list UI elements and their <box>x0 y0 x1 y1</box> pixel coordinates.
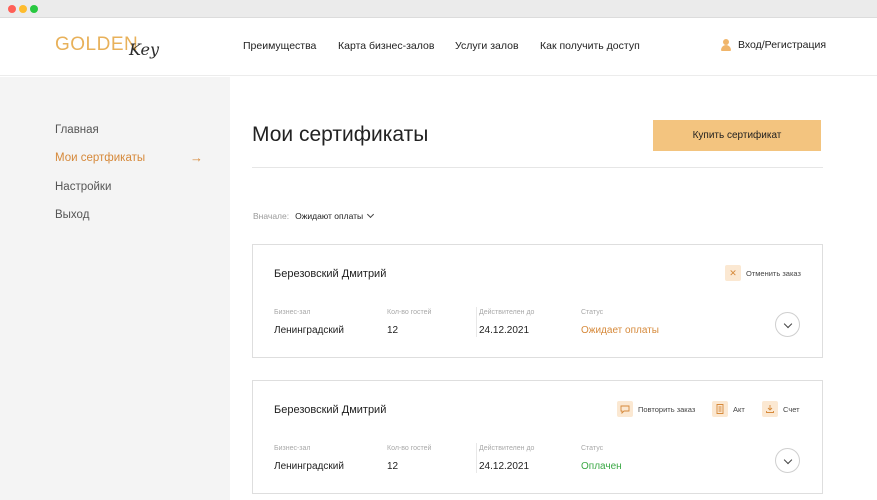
status-value: Ожидает оплаты <box>581 325 659 336</box>
window-minimize-dot[interactable] <box>19 5 27 13</box>
document-icon <box>712 401 728 417</box>
window-close-dot[interactable] <box>8 5 16 13</box>
guests-value: 12 <box>387 325 399 336</box>
field-label-hall: Бизнес-зал <box>274 309 311 316</box>
field-label-status: Статус <box>581 309 604 316</box>
repeat-order-button[interactable]: Повторить заказ <box>617 401 695 417</box>
sort-label: Вначале: <box>253 211 290 221</box>
chevron-down-icon <box>367 210 375 218</box>
field-label-guests: Кол-во гостей <box>387 309 432 316</box>
sidebar: Главная Мои сертфикаты → Настройки Выход <box>0 77 230 500</box>
nav-how-to-access[interactable]: Как получить доступ <box>540 40 640 52</box>
sidebar-item-home[interactable]: Главная <box>55 124 99 136</box>
window-maximize-dot[interactable] <box>30 5 38 13</box>
nav-lounge-services[interactable]: Услуги залов <box>455 40 519 52</box>
field-label-valid: Действителен до <box>479 445 535 452</box>
sidebar-item-certificates[interactable]: Мои сертфикаты <box>55 152 145 164</box>
buy-certificate-button[interactable]: Купить сертификат <box>653 120 821 151</box>
download-icon <box>762 401 778 417</box>
guests-value: 12 <box>387 461 399 472</box>
sort-dropdown[interactable]: Вначале: Ожидают оплаты <box>253 210 375 221</box>
hall-value: Ленинградский <box>274 461 344 472</box>
site-header: GOLDEN Key Преимущества Карта бизнес-зал… <box>0 18 877 76</box>
act-button[interactable]: Акт <box>712 401 745 417</box>
act-label: Акт <box>733 404 745 414</box>
valid-until-value: 24.12.2021 <box>479 461 530 472</box>
login-link[interactable]: Вход/Регистрация <box>721 39 826 51</box>
arrow-right-icon: → <box>190 150 203 165</box>
invoice-label: Счет <box>783 404 800 414</box>
cancel-order-button[interactable]: ✕ Отменить заказ <box>725 265 801 281</box>
card-holder-name: Березовский Дмитрий <box>274 268 387 280</box>
user-icon <box>721 39 731 51</box>
sort-value: Ожидают оплаты <box>295 211 364 221</box>
invoice-button[interactable]: Счет <box>762 401 800 417</box>
divider <box>252 167 823 168</box>
expand-button[interactable] <box>775 448 800 473</box>
repeat-order-label: Повторить заказ <box>638 404 696 414</box>
certificate-card: Березовский Дмитрий Повторить заказ Акт … <box>252 380 823 494</box>
sidebar-item-settings[interactable]: Настройки <box>55 181 111 193</box>
divider <box>476 443 477 473</box>
logo-text: GOLDEN <box>55 34 139 55</box>
chevron-down-icon <box>783 319 793 329</box>
valid-until-value: 24.12.2021 <box>479 325 530 336</box>
status-value: Оплачен <box>581 461 622 472</box>
page-title: Мои сертификаты <box>252 123 429 146</box>
field-label-status: Статус <box>581 445 604 452</box>
nav-lounge-map[interactable]: Карта бизнес-залов <box>338 40 434 52</box>
cancel-order-label: Отменить заказ <box>746 268 801 278</box>
login-label: Вход/Регистрация <box>738 39 827 51</box>
chat-icon <box>617 401 633 417</box>
certificate-card: Березовский Дмитрий ✕ Отменить заказ Биз… <box>252 244 823 358</box>
card-holder-name: Березовский Дмитрий <box>274 404 387 416</box>
expand-button[interactable] <box>775 312 800 337</box>
nav-advantages[interactable]: Преимущества <box>243 40 316 52</box>
logo-script: Key <box>129 40 160 59</box>
divider <box>476 307 477 337</box>
hall-value: Ленинградский <box>274 325 344 336</box>
chevron-down-icon <box>783 455 793 465</box>
field-label-valid: Действителен до <box>479 309 535 316</box>
close-icon: ✕ <box>725 265 741 281</box>
field-label-hall: Бизнес-зал <box>274 445 311 452</box>
browser-titlebar <box>0 0 877 18</box>
sidebar-item-logout[interactable]: Выход <box>55 209 89 221</box>
field-label-guests: Кол-во гостей <box>387 445 432 452</box>
